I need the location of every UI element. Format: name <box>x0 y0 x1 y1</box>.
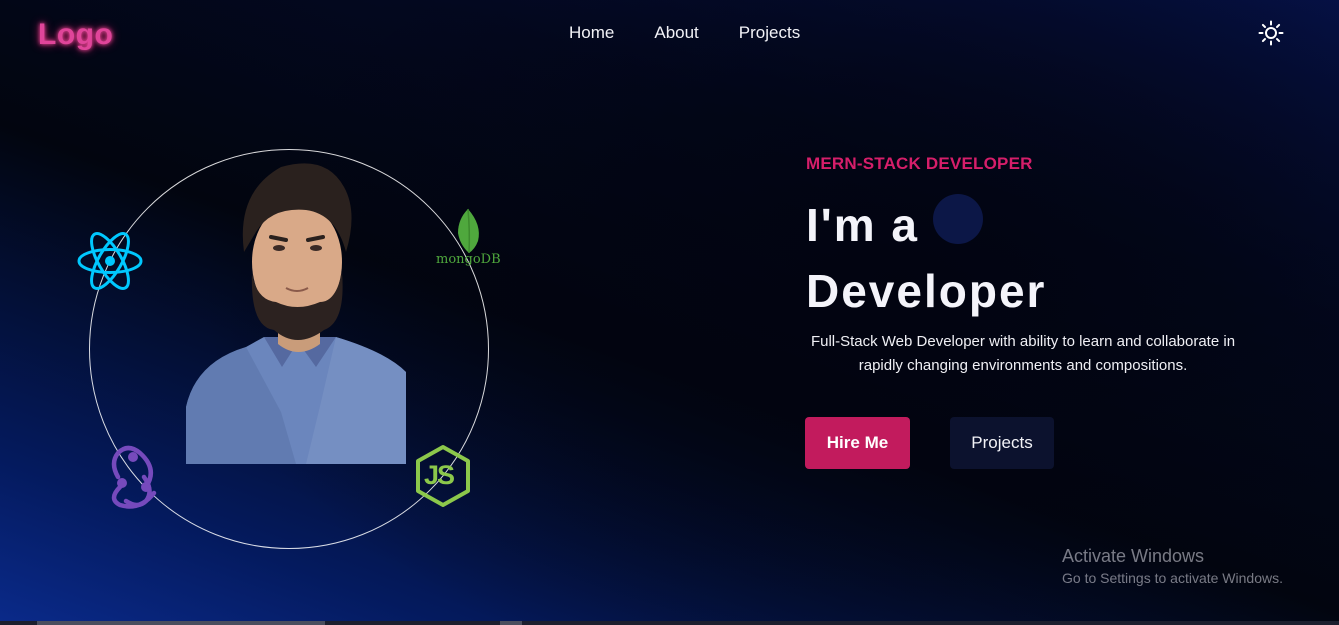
react-icon <box>76 229 144 293</box>
hire-me-button[interactable]: Hire Me <box>805 417 910 469</box>
nav-about[interactable]: About <box>654 23 698 43</box>
hero-tagline: MERN-STACK DEVELOPER <box>806 154 1033 173</box>
sun-icon[interactable] <box>1258 20 1284 46</box>
taskbar-segment <box>500 621 522 625</box>
projects-button[interactable]: Projects <box>950 417 1054 469</box>
logo[interactable]: Logo <box>38 18 113 52</box>
hero-title-line1: I'm a <box>806 199 919 251</box>
nodejs-label: JS <box>424 460 455 490</box>
main-nav: Home About Projects <box>569 23 800 43</box>
mongodb-icon: mongoDB <box>430 205 510 271</box>
profile-photo <box>186 152 406 464</box>
watermark-subtitle: Go to Settings to activate Windows. <box>1062 570 1283 586</box>
taskbar-segment <box>37 621 325 625</box>
typing-indicator <box>933 194 983 244</box>
mongodb-label: mongoDB <box>436 252 501 267</box>
redux-icon <box>100 443 168 509</box>
watermark-title: Activate Windows <box>1062 546 1205 566</box>
hero-title-line2: Developer <box>806 265 1047 317</box>
nodejs-icon: JS <box>414 444 472 508</box>
hero-description: Full-Stack Web Developer with ability to… <box>810 333 1236 374</box>
nav-projects[interactable]: Projects <box>739 23 800 43</box>
activation-watermark: Activate Windows Go to Settings to activ… <box>1062 546 1283 586</box>
nav-home[interactable]: Home <box>569 23 614 43</box>
